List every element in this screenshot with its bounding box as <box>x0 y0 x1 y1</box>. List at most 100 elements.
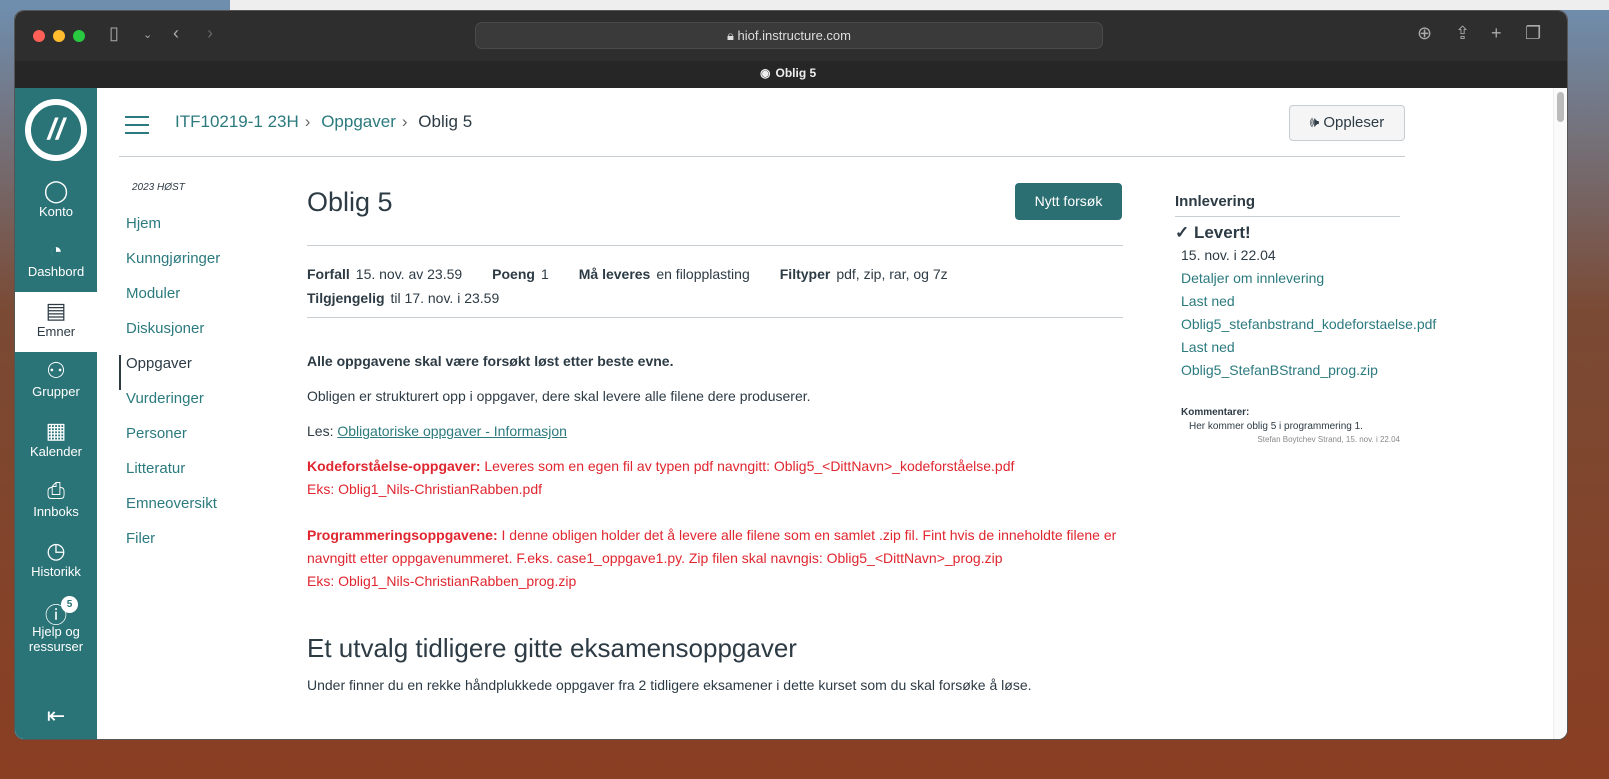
course-nav-item[interactable]: Personer <box>125 425 220 460</box>
info-link[interactable]: Obligatoriske oppgaver - Informasjon <box>337 423 567 439</box>
term-label: 2023 HØST <box>132 182 185 193</box>
global-nav-avatar[interactable]: ◯ Konto <box>15 172 97 232</box>
sidebar-toggle-icon[interactable]: ▯ <box>109 23 119 44</box>
paragraph: Kodeforståelse-oppgaver: Leveres som en … <box>307 455 1123 478</box>
global-nav-clock[interactable]: ◷ Historikk <box>15 532 97 592</box>
breadcrumb-current: Oblig 5 <box>418 112 473 131</box>
text: Les: <box>307 423 338 439</box>
meta-value: pdf, zip, rar, og 7z <box>836 266 948 282</box>
canvas-favicon-icon: ◉ <box>760 66 771 80</box>
course-nav-item[interactable]: Filer <box>125 530 220 565</box>
maximize-window-button[interactable] <box>73 30 85 42</box>
course-navigation: 2023 HØST Hjem Kunngjøringer Moduler Diskus… <box>119 182 220 565</box>
nav-label: Grupper <box>32 384 80 399</box>
logo-icon: // <box>25 99 87 161</box>
paragraph: Eks: Oblig1_Nils-ChristianRabben_prog.zi… <box>307 573 577 589</box>
meta-label: Forfall <box>307 266 350 282</box>
nav-label: Innboks <box>33 504 79 519</box>
submission-panel: Innlevering ✓ Levert! 15. nov. i 22.04 D… <box>1175 190 1436 446</box>
check-icon: ✓ <box>1175 223 1194 242</box>
meta-label: Tilgjengelig <box>307 290 385 306</box>
hamburger-menu-icon[interactable] <box>125 116 149 134</box>
comments-label: Kommentarer: <box>1181 407 1250 418</box>
address-bar[interactable]: 🔒︎ hiof.instructure.com <box>475 22 1103 49</box>
new-tab-icon[interactable]: + <box>1491 23 1502 44</box>
paragraph: Les: Obligatoriske oppgaver - Informasjo… <box>307 420 1123 443</box>
meta-value: til 17. nov. i 23.59 <box>390 290 500 306</box>
collapse-nav-icon[interactable]: ⇤ <box>15 703 97 729</box>
meta-label: Filtyper <box>779 266 831 282</box>
notification-badge: 5 <box>61 596 78 613</box>
share-icon[interactable]: ⇪ <box>1455 23 1470 44</box>
tab-oblig-5[interactable]: ◉ Oblig 5 <box>760 66 816 80</box>
global-nav-gauge[interactable]: ◔ Dashbord <box>15 232 97 292</box>
submission-heading: Innlevering <box>1175 190 1400 217</box>
course-nav-item[interactable]: Diskusjoner <box>125 320 220 355</box>
nav-label: Konto <box>39 204 73 219</box>
course-nav-item[interactable]: Emneoversikt <box>125 495 220 530</box>
forward-icon[interactable]: › <box>207 23 213 44</box>
info-icon: ⓘ <box>44 603 67 628</box>
tabs-overview-icon[interactable]: ❐ <box>1525 23 1541 44</box>
breadcrumb-assignments[interactable]: Oppgaver <box>321 112 396 131</box>
scrollbar[interactable] <box>1553 88 1567 739</box>
paragraph: Obligen er strukturert opp i oppgaver, d… <box>307 388 811 404</box>
retry-button[interactable]: Nytt forsøk <box>1015 183 1122 220</box>
inbox-icon: ⎙ <box>47 478 65 503</box>
clock-icon: ◷ <box>46 538 66 563</box>
course-nav-item[interactable]: Hjem <box>125 215 220 250</box>
lock-icon: 🔒︎ <box>727 28 738 43</box>
course-nav-item[interactable]: Moduler <box>125 285 220 320</box>
submission-details-link[interactable]: Detaljer om innlevering <box>1175 267 1400 290</box>
submission-date: 15. nov. i 22.04 <box>1181 247 1276 263</box>
file-link[interactable]: Oblig5_StefanBStrand_prog.zip <box>1175 359 1400 382</box>
global-nav-inbox[interactable]: ⎙ Innboks <box>15 472 97 532</box>
submission-status: Levert! <box>1193 223 1251 242</box>
breadcrumb-course[interactable]: ITF10219-1 23H <box>175 112 299 131</box>
download-link[interactable]: Last ned <box>1175 336 1400 359</box>
tab-bar: ◉ Oblig 5 <box>15 61 1567 88</box>
global-nav-info[interactable]: ⓘ Hjelp og ressurser 5 <box>15 592 97 654</box>
course-nav-item[interactable]: Kunngjøringer <box>125 250 220 285</box>
divider <box>119 156 1405 157</box>
course-nav-item[interactable]: Litteratur <box>125 460 220 495</box>
nav-label: Historikk <box>31 564 81 579</box>
browser-toolbar: ▯ ⌄ ‹ › 🔒︎ hiof.instructure.com ⊕ ⇪ + ❐ <box>15 11 1567 61</box>
global-nav-book[interactable]: ▤ Emner <box>15 292 97 352</box>
nav-label: Kalender <box>29 444 83 459</box>
course-nav-item[interactable]: Vurderinger <box>125 390 220 425</box>
chevron-down-icon[interactable]: ⌄ <box>143 28 152 41</box>
assignment-details: Forfall 15. nov. av 23.59 Poeng 1 Må leveres… <box>307 262 978 310</box>
description: Alle oppgavene skal være forsøkt løst et… <box>307 350 1123 697</box>
nav-label: Emner <box>36 324 76 339</box>
minimize-window-button[interactable] <box>53 30 65 42</box>
global-nav-calendar[interactable]: ▦ Kalender <box>15 412 97 472</box>
comment-text: Her kommer oblig 5 i programmering 1. <box>1189 421 1363 432</box>
calendar-icon: ▦ <box>45 418 67 443</box>
download-link[interactable]: Last ned <box>1175 290 1400 313</box>
meta-value: en filopplasting <box>656 266 750 282</box>
paragraph: Under finner du en rekke håndplukkede op… <box>307 677 1032 693</box>
divider <box>307 245 1123 246</box>
book-icon: ▤ <box>45 298 67 323</box>
file-link[interactable]: Oblig5_stefanbstrand_kodeforstaelse.pdf <box>1175 313 1436 336</box>
browser-window: ▯ ⌄ ‹ › 🔒︎ hiof.instructure.com ⊕ ⇪ + ❐ … <box>14 10 1568 740</box>
oppleser-button[interactable]: 🕪︎ Oppleser <box>1289 105 1405 141</box>
hiof-logo[interactable]: // <box>15 88 97 172</box>
course-nav-item[interactable]: Oppgaver <box>119 355 220 390</box>
comment-meta: Stefan Boytchev Strand, 15. nov. i 22.04 <box>1257 435 1400 444</box>
section-heading: Et utvalg tidligere gitte eksamensoppgav… <box>307 633 797 663</box>
avatar-icon: ◯ <box>43 178 69 203</box>
meta-label: Må leveres <box>578 266 651 282</box>
text: Programmeringsoppgavene: <box>307 527 498 543</box>
meta-value: 15. nov. av 23.59 <box>355 266 463 282</box>
global-navigation: // ◯ Konto ◔ Dashbord ▤ Emner ⚇ Grupper ▦ Kalende… <box>15 88 97 739</box>
back-icon[interactable]: ‹ <box>173 23 179 44</box>
download-icon[interactable]: ⊕ <box>1417 23 1432 44</box>
close-window-button[interactable] <box>33 30 45 42</box>
people-icon: ⚇ <box>46 358 66 383</box>
global-nav-people[interactable]: ⚇ Grupper <box>15 352 97 412</box>
page-title: Oblig 5 <box>307 187 393 217</box>
meta-label: Poeng <box>492 266 535 282</box>
text: Kodeforståelse-oppgaver: <box>307 458 481 474</box>
